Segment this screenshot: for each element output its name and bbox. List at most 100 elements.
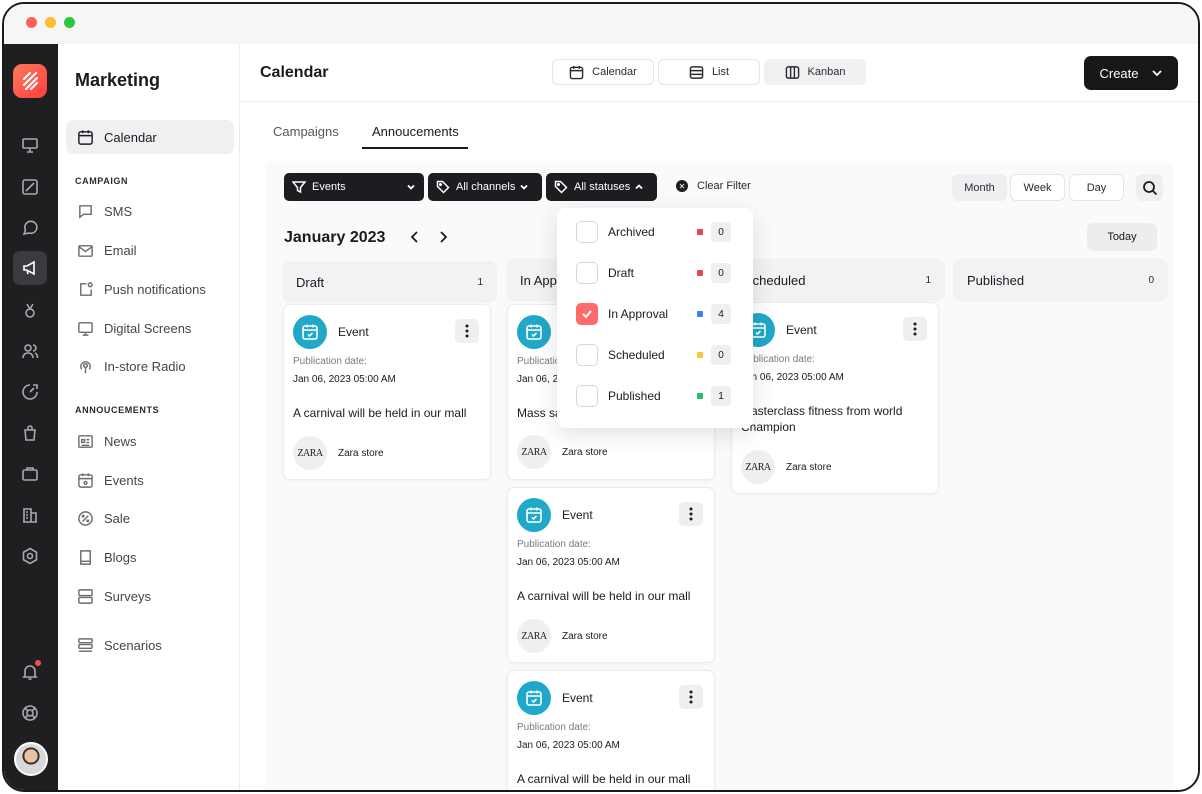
sidebar-item-label: News [104,433,137,449]
checkbox[interactable] [576,385,598,407]
checkbox[interactable] [576,262,598,284]
status-count: 0 [711,345,731,365]
maximize-window-button[interactable] [64,17,75,28]
sidebar-item-digital-screens[interactable]: Digital Screens [66,311,234,345]
sidebar-item-label: Calendar [104,129,157,145]
sidebar-item-in-store-radio[interactable]: In-store Radio [66,349,234,383]
book-icon [80,549,91,565]
range-week-button[interactable]: Week [1010,174,1065,201]
previous-month-button[interactable] [407,229,423,245]
sidebar-item-push-notifications[interactable]: Push notifications [66,272,234,306]
clear-filter-label: Clear Filter [697,180,751,192]
status-option-draft[interactable]: Draft 0 [576,261,736,285]
status-color-swatch [697,352,703,358]
app-logo-icon[interactable] [13,64,47,98]
next-month-button[interactable] [435,229,451,245]
statuses-filter[interactable]: All statuses [546,173,657,201]
scenarios-icon [78,637,93,652]
users-icon[interactable] [17,338,43,364]
sidebar-item-blogs[interactable]: Blogs [66,540,234,574]
tab-announcements[interactable]: Annoucements [372,124,459,139]
chevron-left-icon [410,231,418,243]
icon-rail [4,44,58,790]
active-tab-indicator [362,147,468,149]
sidebar-item-sms[interactable]: SMS [66,194,234,228]
event-card[interactable]: Event Publication date: Jan 06, 2023 05:… [283,304,491,480]
card-type: Event [786,323,817,337]
event-card[interactable]: Event Publication date: Jan 06, 2023 05:… [731,302,939,494]
more-options-button[interactable] [679,502,703,526]
status-option-scheduled[interactable]: Scheduled 0 [576,343,736,367]
search-button[interactable] [1136,174,1163,201]
column-title: Draft [296,274,325,290]
card-type: Event [562,508,593,522]
view-list-button[interactable]: List [658,59,760,85]
minimize-window-button[interactable] [45,17,56,28]
sidebar-item-label: Blogs [104,549,137,565]
store-logo: ZARA [517,435,551,469]
image-icon[interactable] [17,174,43,200]
more-vertical-icon [689,507,693,521]
checkbox[interactable] [576,344,598,366]
more-options-button[interactable] [903,317,927,341]
event-card[interactable]: Event Publication date: Jan 06, 2023 05:… [507,670,715,790]
checkbox[interactable] [576,221,598,243]
event-calendar-icon [517,681,551,715]
channels-filter[interactable]: All channels [428,173,542,201]
status-option-label: Scheduled [608,348,665,362]
checkbox-checked[interactable] [576,303,598,325]
sidebar-item-calendar[interactable]: Calendar [66,120,234,154]
sidebar-item-email[interactable]: Email [66,233,234,267]
close-icon: ✕ [676,180,688,192]
status-count: 0 [711,222,731,242]
statuses-filter-label: All statuses [574,181,631,193]
briefcase-icon[interactable] [17,461,43,487]
event-calendar-icon [78,472,93,488]
status-option-in-approval[interactable]: In Approval 4 [576,302,736,326]
chevron-down-icon [520,184,528,190]
column-header-scheduled: Scheduled 1 [730,259,945,301]
bell-icon[interactable] [17,659,43,685]
more-options-button[interactable] [679,685,703,709]
monitor-icon [78,321,93,336]
view-kanban-button[interactable]: Kanban [764,59,866,85]
event-type-filter-label: Events [312,181,346,193]
create-button[interactable]: Create [1084,56,1178,90]
chevron-right-icon [440,231,448,243]
range-day-button[interactable]: Day [1069,174,1124,201]
close-window-button[interactable] [26,17,37,28]
status-option-archived[interactable]: Archived 0 [576,220,736,244]
sidebar-item-events[interactable]: Events [66,463,234,497]
more-options-button[interactable] [455,319,479,343]
user-avatar[interactable] [14,742,48,776]
help-icon[interactable] [17,700,43,726]
range-month-button[interactable]: Month [952,174,1007,201]
event-type-filter[interactable]: Events [284,173,424,201]
settings-icon[interactable] [17,543,43,569]
today-button[interactable]: Today [1087,223,1157,251]
tab-campaigns[interactable]: Campaigns [273,124,339,139]
sidebar-item-scenarios[interactable]: Scenarios [66,628,234,662]
event-card[interactable]: Event Publication date: Jan 06, 2023 05:… [507,487,715,663]
status-filter-dropdown: Archived 0 Draft 0 In Approval 4 Schedul… [557,208,753,428]
view-calendar-button[interactable]: Calendar [552,59,654,85]
megaphone-icon[interactable] [13,251,47,285]
title-bar [4,4,1198,44]
building-icon[interactable] [17,502,43,528]
sidebar-item-surveys[interactable]: Surveys [66,579,234,613]
sidebar-item-news[interactable]: News [66,424,234,458]
clear-filter-button[interactable]: ✕ Clear Filter [676,180,751,192]
shopping-bag-icon[interactable] [17,420,43,446]
column-count: 1 [477,276,483,288]
status-option-published[interactable]: Published 1 [576,384,736,408]
sidebar-item-sale[interactable]: Sale [66,501,234,535]
presentation-icon[interactable] [17,132,43,158]
sidebar-item-label: Digital Screens [104,320,192,336]
campaign-section-heading: CAMPAIGN [75,176,129,186]
analytics-icon[interactable] [17,379,43,405]
card-date-label: Publication date: [293,356,367,367]
chat-icon[interactable] [17,215,43,241]
calendar-icon [569,65,584,79]
award-icon[interactable] [17,298,43,324]
page-title: Calendar [260,64,329,81]
